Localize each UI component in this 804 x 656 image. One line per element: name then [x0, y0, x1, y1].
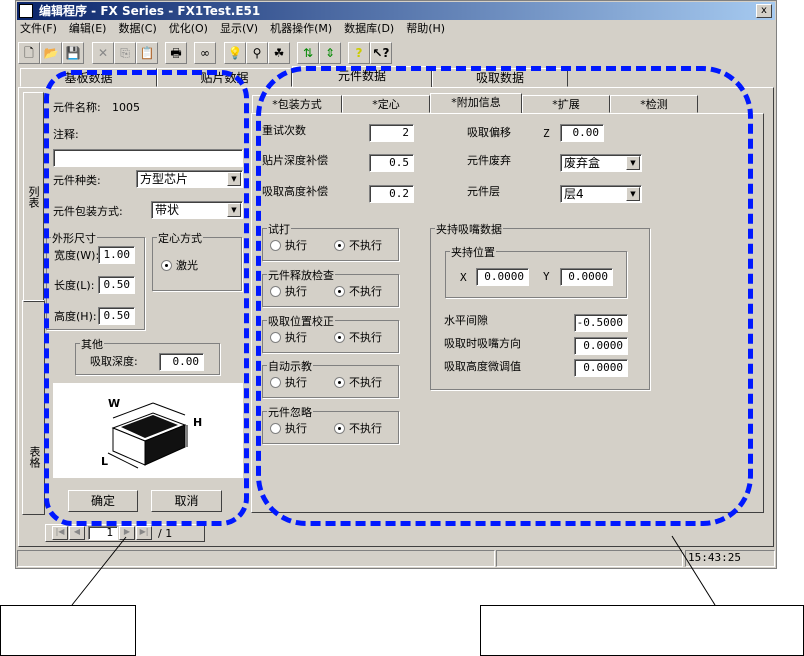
callout-box-right: [480, 605, 804, 656]
callout-line-left: [71, 536, 127, 606]
callout-line-right: [671, 535, 716, 606]
callout-box-left: [0, 605, 136, 656]
callout-lines: [71, 535, 716, 606]
